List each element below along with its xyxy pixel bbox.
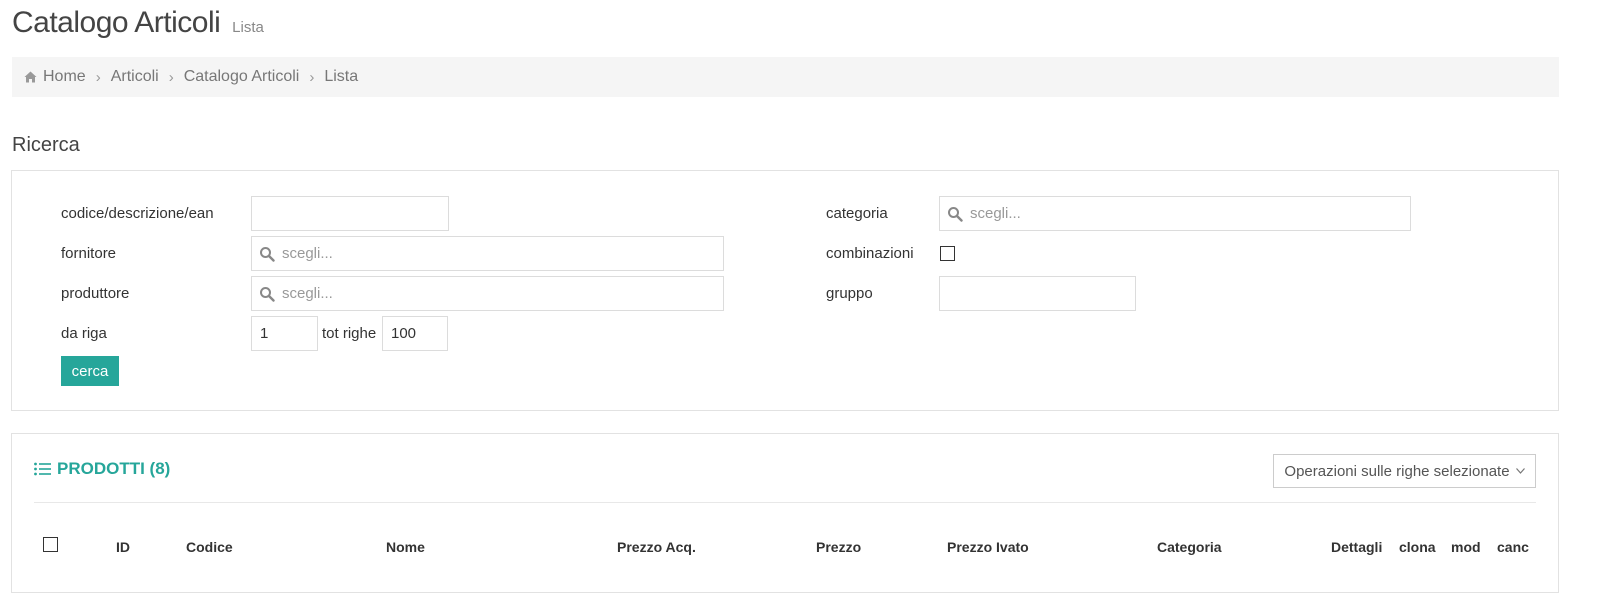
column-header-nome[interactable]: Nome — [386, 539, 425, 555]
fornitore-select[interactable]: scegli... — [251, 236, 724, 271]
produttore-select[interactable]: scegli... — [251, 276, 724, 311]
da-riga-label: da riga — [61, 325, 107, 342]
column-header-prezzo-ivato[interactable]: Prezzo Ivato — [947, 539, 1029, 555]
page-title: Catalogo Articoli Lista — [12, 6, 264, 40]
products-title: PRODOTTI (8) — [34, 459, 170, 479]
produttore-placeholder: scegli... — [282, 285, 333, 302]
column-header-categoria[interactable]: Categoria — [1157, 539, 1222, 555]
produttore-label: produttore — [61, 285, 130, 302]
column-header-dettagli: Dettagli — [1331, 539, 1383, 555]
column-header-clona: clona — [1399, 539, 1436, 555]
search-icon — [260, 247, 275, 262]
search-section-title: Ricerca — [12, 134, 80, 156]
divider — [34, 502, 1536, 503]
breadcrumb-current: Lista — [324, 68, 359, 85]
column-header-prezzo-acq[interactable]: Prezzo Acq. — [617, 539, 696, 555]
da-riga-input[interactable]: 1 — [251, 316, 318, 351]
combinazioni-checkbox[interactable] — [940, 246, 955, 261]
breadcrumb-separator: › — [309, 68, 315, 86]
search-button[interactable]: cerca — [61, 356, 119, 386]
column-header-mod: mod — [1451, 539, 1481, 555]
breadcrumb-separator: › — [95, 68, 101, 86]
breadcrumb: Home › Articoli › Catalogo Articoli › Li… — [12, 57, 1559, 97]
home-icon — [24, 71, 37, 83]
chevron-down-icon — [1515, 468, 1525, 474]
column-header-prezzo[interactable]: Prezzo — [816, 539, 861, 555]
list-icon — [34, 462, 51, 476]
column-header-canc: canc — [1497, 539, 1529, 555]
select-all-checkbox[interactable] — [43, 537, 58, 552]
tot-righe-label: tot righe — [322, 325, 377, 342]
breadcrumb-articoli[interactable]: Articoli — [111, 68, 159, 86]
categoria-label: categoria — [826, 205, 888, 222]
search-icon — [948, 207, 963, 222]
column-header-id[interactable]: ID — [116, 539, 130, 555]
fornitore-label: fornitore — [61, 245, 117, 262]
codice-input[interactable] — [251, 196, 449, 231]
search-icon — [260, 287, 275, 302]
combinazioni-label: combinazioni — [826, 245, 914, 262]
gruppo-input[interactable] — [939, 276, 1136, 311]
fornitore-placeholder: scegli... — [282, 245, 333, 262]
categoria-select[interactable]: scegli... — [939, 196, 1411, 231]
breadcrumb-home[interactable]: Home — [43, 68, 86, 86]
column-header-codice[interactable]: Codice — [186, 539, 233, 555]
codice-label: codice/descrizione/ean — [61, 205, 214, 222]
breadcrumb-separator: › — [168, 68, 174, 86]
products-title-text: PRODOTTI (8) — [57, 459, 171, 478]
operations-label: Operazioni sulle righe selezionate — [1284, 462, 1510, 480]
page-title-text: Catalogo Articoli — [12, 6, 221, 39]
breadcrumb-catalogo[interactable]: Catalogo Articoli — [184, 68, 300, 86]
categoria-placeholder: scegli... — [970, 205, 1021, 222]
tot-righe-input[interactable]: 100 — [382, 316, 448, 351]
gruppo-label: gruppo — [826, 285, 873, 302]
operations-dropdown[interactable]: Operazioni sulle righe selezionate — [1273, 454, 1536, 488]
page-subtitle: Lista — [232, 19, 264, 36]
